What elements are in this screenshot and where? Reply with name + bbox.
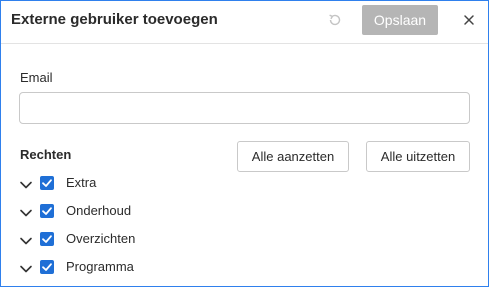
checkmark-icon [42,179,52,187]
close-icon[interactable] [462,13,476,27]
chevron-down-icon[interactable] [19,206,33,218]
permission-label: Programma [66,259,134,274]
permission-row-onderhoud: Onderhoud [19,202,219,222]
checkbox-extra[interactable] [40,176,54,190]
checkbox-overzichten[interactable] [40,232,54,246]
add-external-user-dialog: Externe gebruiker toevoegen Opslaan Emai… [0,0,489,287]
save-button[interactable]: Opslaan [362,5,438,35]
chevron-down-icon[interactable] [19,234,33,246]
permission-row-extra: Extra [19,174,219,194]
email-label: Email [20,70,53,85]
permissions-title: Rechten [20,147,72,162]
checkmark-icon [42,207,52,215]
dialog-title: Externe gebruiker toevoegen [11,11,218,28]
checkbox-programma[interactable] [40,260,54,274]
permission-label: Overzichten [66,231,136,246]
checkbox-onderhoud[interactable] [40,204,54,218]
permission-row-programma: Programma [19,258,219,278]
checkmark-icon [42,263,52,271]
enable-all-button[interactable]: Alle aanzetten [237,141,349,172]
undo-icon[interactable] [327,12,343,28]
checkmark-icon [42,235,52,243]
chevron-down-icon[interactable] [19,178,33,190]
email-input[interactable] [19,92,470,124]
permission-label: Onderhoud [66,203,132,218]
dialog-header: Externe gebruiker toevoegen Opslaan [1,1,488,44]
permission-label: Extra [66,175,97,190]
disable-all-button[interactable]: Alle uitzetten [366,141,470,172]
permission-row-overzichten: Overzichten [19,230,219,250]
chevron-down-icon[interactable] [19,262,33,274]
